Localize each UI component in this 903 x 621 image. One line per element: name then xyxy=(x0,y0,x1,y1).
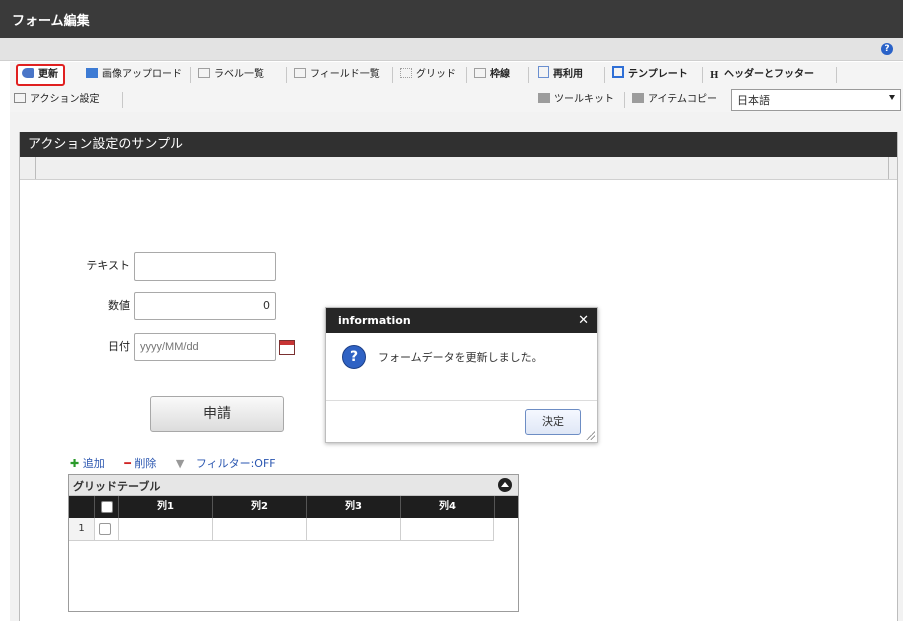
toolbar-separator xyxy=(604,67,605,83)
help-icon[interactable]: ? xyxy=(881,43,893,55)
row-checkbox[interactable] xyxy=(99,523,111,535)
header-footer-button[interactable]: H ヘッダーとフッター xyxy=(710,65,814,85)
field-list-button[interactable]: フィールド一覧 xyxy=(294,65,380,85)
grid-toggle-button[interactable]: グリッド xyxy=(400,65,456,85)
border-icon xyxy=(474,68,486,78)
toolbar-separator xyxy=(190,67,191,83)
toolbar-separator xyxy=(528,67,529,83)
grid-header: グリッドテーブル xyxy=(69,475,518,496)
label-list-icon xyxy=(198,68,210,78)
grid-column-headers: 列1 列2 列3 列4 xyxy=(69,496,518,518)
toolbar-separator xyxy=(836,67,837,83)
collapse-icon[interactable] xyxy=(498,478,512,492)
date-field-label: 日付 xyxy=(108,340,130,353)
label-list-button[interactable]: ラベル一覧 xyxy=(198,65,264,85)
language-select[interactable]: 日本語 xyxy=(731,89,901,111)
language-value: 日本語 xyxy=(737,94,770,107)
window-title: フォーム編集 xyxy=(12,14,90,29)
image-upload-button[interactable]: 画像アップロード xyxy=(86,65,182,85)
image-upload-icon xyxy=(86,68,98,78)
reuse-icon xyxy=(538,66,549,78)
filter-icon: ▼ xyxy=(175,457,185,470)
column-header[interactable]: 列2 xyxy=(213,496,307,518)
add-row-link[interactable]: ✚ 追加 xyxy=(70,457,113,470)
grid-cell[interactable] xyxy=(213,518,307,540)
toolbar-separator xyxy=(466,67,467,83)
grid-cell[interactable] xyxy=(401,518,494,540)
field-list-icon xyxy=(294,68,306,78)
toolbar-separator xyxy=(624,92,625,108)
form-section-strip xyxy=(20,157,897,180)
text-field-label: テキスト xyxy=(86,259,130,272)
chevron-down-icon xyxy=(889,95,895,100)
table-row: 1 xyxy=(69,518,494,541)
update-button[interactable]: 更新 xyxy=(16,64,65,86)
grid-cell[interactable] xyxy=(307,518,401,540)
toolbar-separator xyxy=(392,67,393,83)
number-field[interactable]: 0 xyxy=(134,292,276,320)
item-copy-button[interactable]: アイテムコピー xyxy=(632,90,717,110)
date-field[interactable] xyxy=(134,333,276,361)
apply-button[interactable]: 申請 xyxy=(150,396,284,432)
dialog-message: フォームデータを更新しました。 xyxy=(378,351,543,364)
minus-icon: ━ xyxy=(124,457,131,470)
template-button[interactable]: テンプレート xyxy=(612,65,688,85)
close-icon[interactable]: ✕ xyxy=(578,308,589,333)
toolbar-separator xyxy=(286,67,287,83)
grid-icon xyxy=(400,68,412,78)
number-field-label: 数値 xyxy=(108,299,130,312)
action-settings-button[interactable]: アクション設定 xyxy=(14,90,100,110)
update-icon xyxy=(22,68,34,78)
select-all-checkbox[interactable] xyxy=(101,501,113,513)
sub-bar: ? xyxy=(0,38,903,61)
divider xyxy=(888,157,889,179)
column-header[interactable]: 列3 xyxy=(307,496,401,518)
toolkit-button[interactable]: ツールキット xyxy=(538,90,614,110)
grid-actions: ✚ 追加 ━ 削除 ▼ フィルター:OFF xyxy=(70,455,292,471)
form-title: アクション設定のサンプル xyxy=(20,132,897,157)
dialog-title: information xyxy=(326,308,597,333)
divider xyxy=(326,400,597,401)
action-settings-icon xyxy=(14,93,26,103)
divider xyxy=(35,157,36,179)
template-icon xyxy=(612,66,624,78)
ok-button[interactable]: 決定 xyxy=(525,409,581,435)
toolbar: 更新 画像アップロード ラベル一覧 フィールド一覧 グリッド 枠線 再利用 テン… xyxy=(10,62,903,113)
text-field[interactable] xyxy=(134,252,276,281)
header-footer-icon: H xyxy=(710,71,719,81)
border-toggle-button[interactable]: 枠線 xyxy=(474,65,510,85)
row-number: 1 xyxy=(69,518,95,540)
app-titlebar: フォーム編集 xyxy=(0,0,903,38)
calendar-icon[interactable] xyxy=(279,340,295,355)
column-header[interactable]: 列4 xyxy=(401,496,495,518)
filter-link[interactable]: ▼ フィルター:OFF xyxy=(176,457,284,470)
item-copy-icon xyxy=(632,93,644,103)
column-header[interactable]: 列1 xyxy=(119,496,213,518)
grid-table: グリッドテーブル 列1 列2 列3 列4 1 xyxy=(68,474,519,612)
question-icon: ? xyxy=(342,345,366,369)
row-number-header xyxy=(69,496,95,518)
reuse-button[interactable]: 再利用 xyxy=(538,65,583,85)
toolkit-icon xyxy=(538,93,550,103)
information-dialog: information ✕ ? フォームデータを更新しました。 決定 xyxy=(325,307,598,443)
toolbar-separator xyxy=(122,92,123,108)
grid-title: グリッドテーブル xyxy=(73,480,161,493)
plus-icon: ✚ xyxy=(70,457,80,470)
resize-grip-icon[interactable] xyxy=(585,430,595,440)
grid-cell[interactable] xyxy=(119,518,213,540)
toolbar-separator xyxy=(702,67,703,83)
delete-row-link[interactable]: ━ 削除 xyxy=(124,457,164,470)
